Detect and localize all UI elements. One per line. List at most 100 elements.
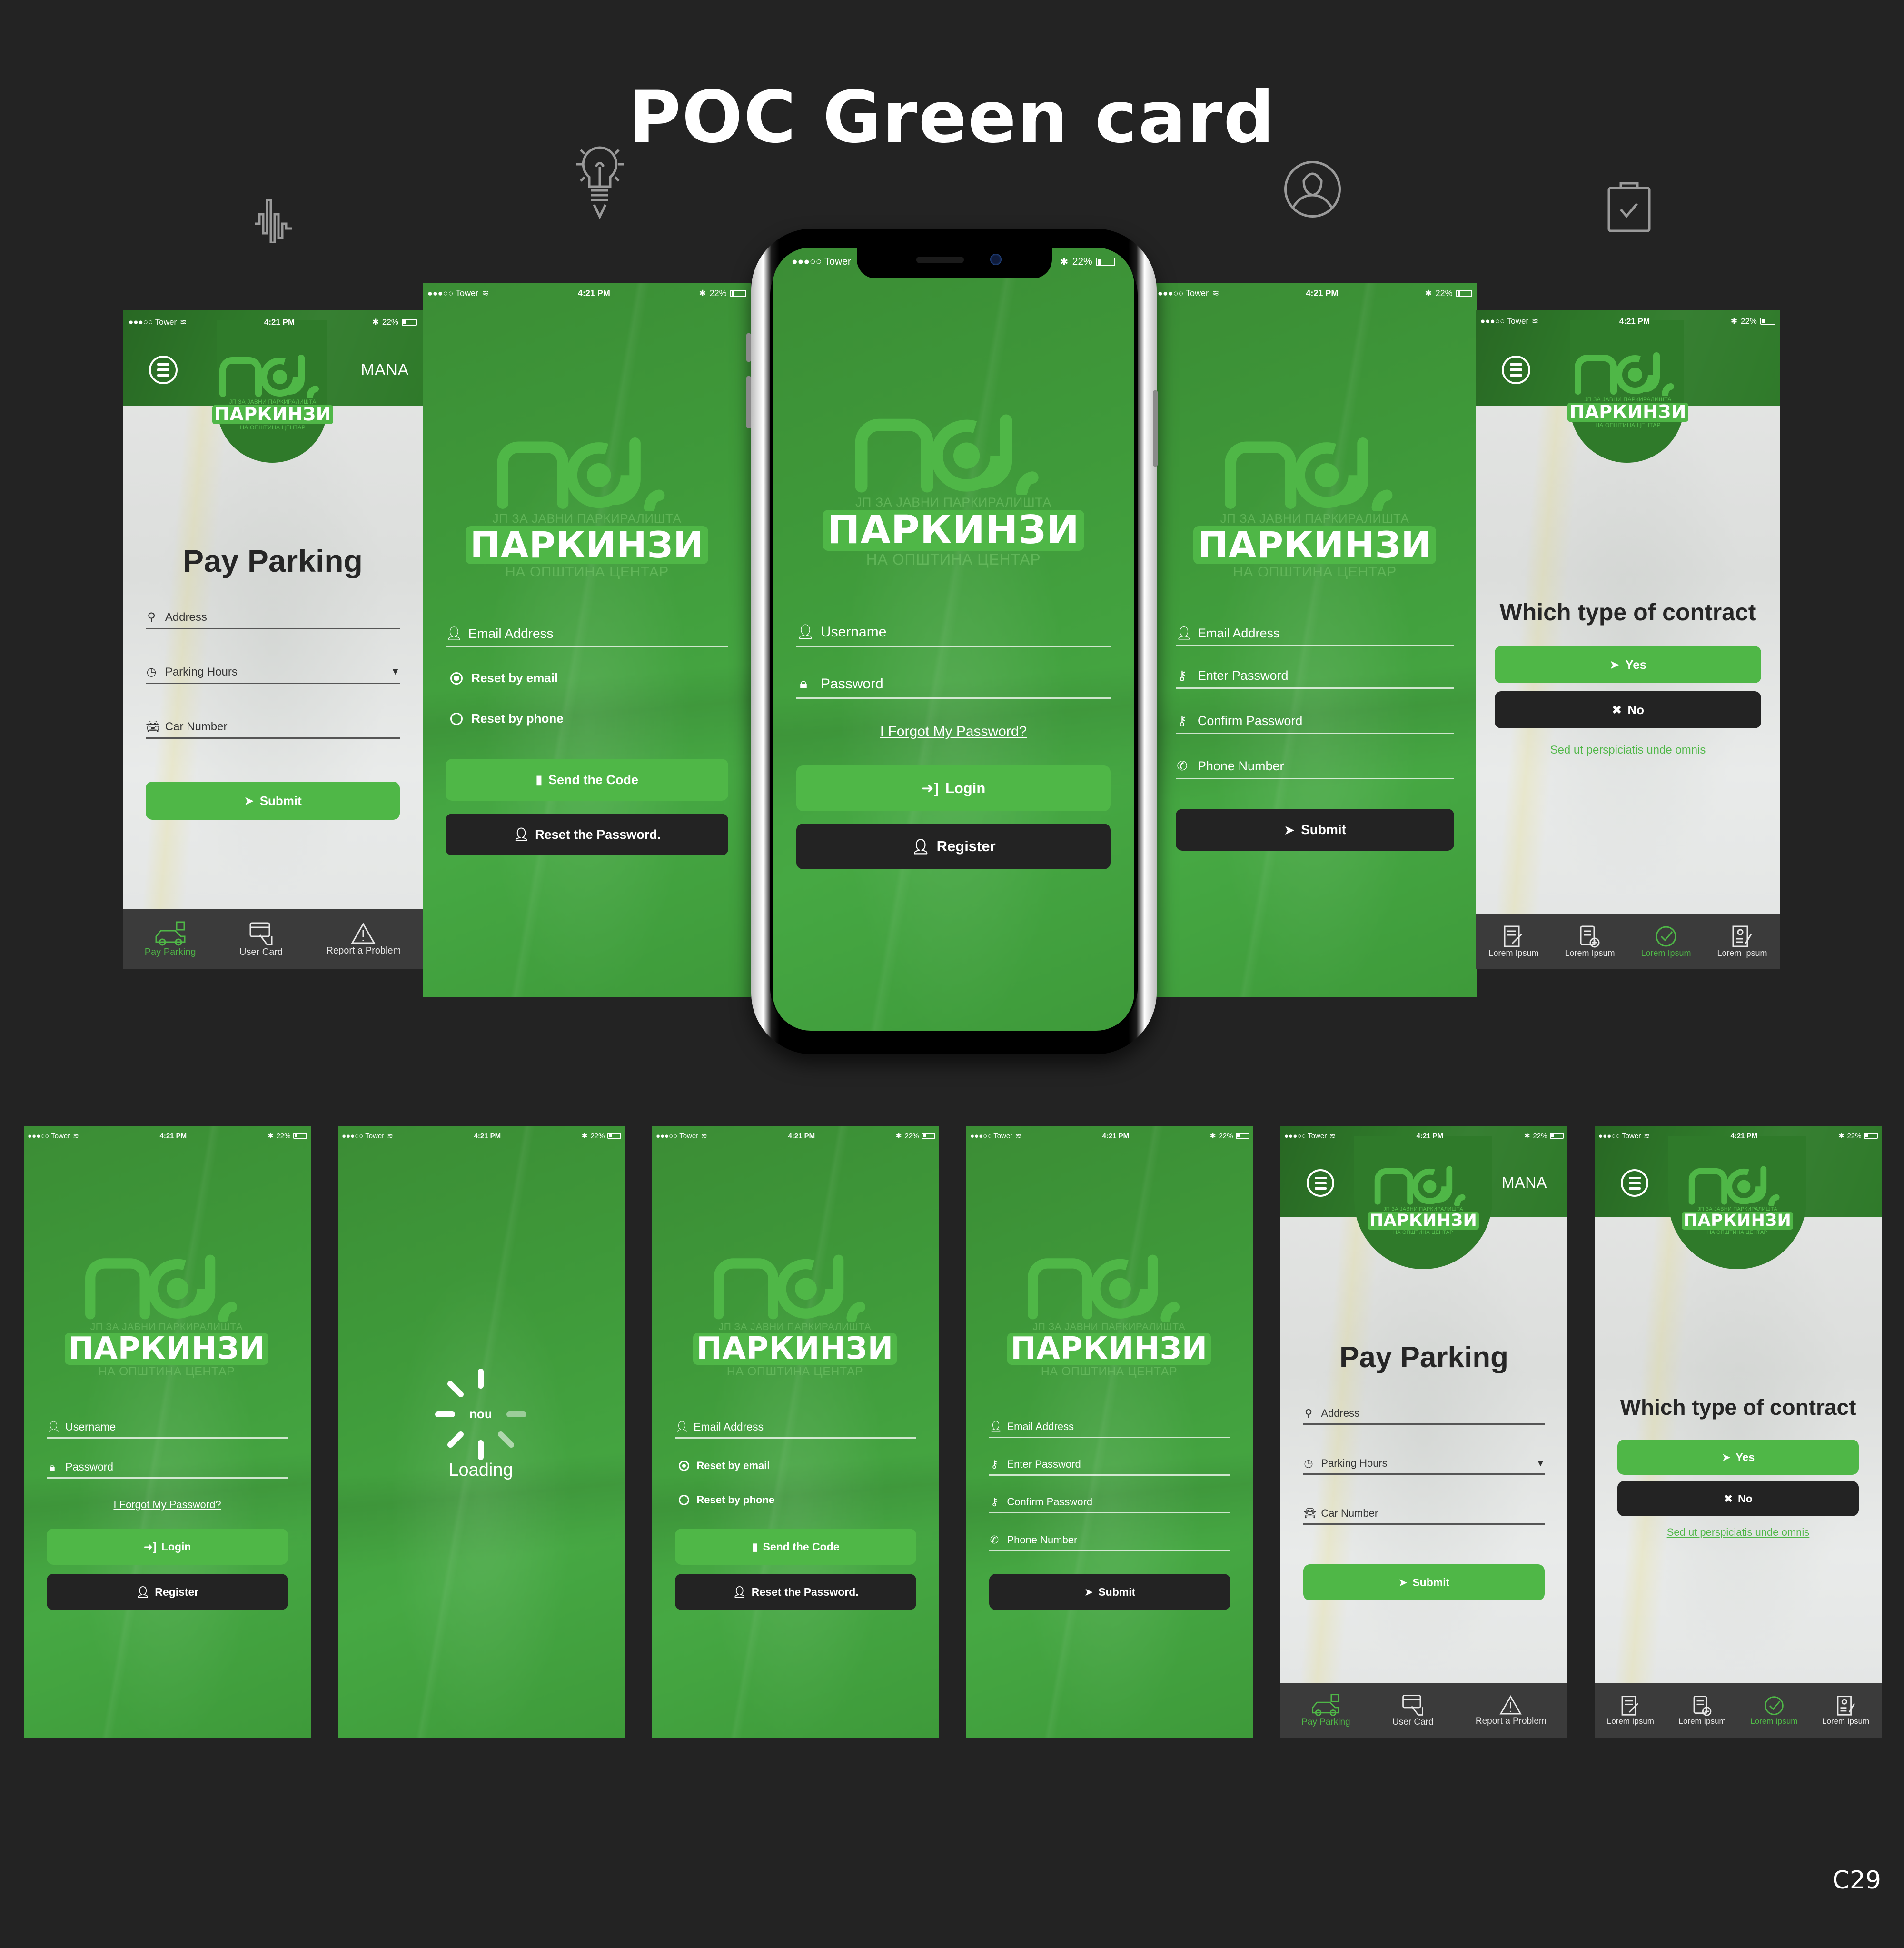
submit-button[interactable]: ➤ Submit — [1303, 1564, 1545, 1600]
no-button[interactable]: ✖ No — [1617, 1481, 1859, 1516]
info-link[interactable]: Sed ut perspiciatis unde omnis — [1476, 744, 1780, 757]
username-field[interactable]: 👤︎ Username — [796, 624, 1111, 647]
tab-report-problem[interactable]: Report a Problem — [1476, 1694, 1547, 1727]
forgot-password-link[interactable]: I Forgot My Password? — [773, 724, 1134, 740]
password-field[interactable]: 🔒︎ Password — [47, 1461, 288, 1479]
close-circle-icon: ✖ — [1611, 702, 1622, 717]
nou-logo-icon — [1225, 437, 1393, 511]
menu-button[interactable] — [1621, 1169, 1648, 1197]
user-edit-icon: 👤︎ — [136, 1585, 150, 1598]
info-link[interactable]: Sed ut perspiciatis unde omnis — [1595, 1526, 1882, 1539]
tab-item-2[interactable]: Lorem Ipsum — [1565, 924, 1615, 958]
email-field[interactable]: 👤︎ Email Address — [675, 1421, 916, 1439]
register-button[interactable]: 👤︎ Register — [796, 824, 1111, 869]
submit-button[interactable]: ➤ Submit — [1176, 809, 1454, 851]
phone-icon: ✆ — [990, 1534, 999, 1546]
submit-button[interactable]: ➤ Submit — [146, 782, 400, 820]
car-parking-icon — [1312, 1693, 1340, 1716]
tab-item-3[interactable]: Lorem Ipsum — [1641, 924, 1691, 958]
send-code-button[interactable]: ▮ Send the Code — [446, 759, 728, 801]
brand-name: ПАРКИНЗИ — [1567, 402, 1689, 422]
logo: ЈП ЗА ЈАВНИ ПАРКИРАЛИШТА ПАРКИНЗИ НА ОПШ… — [1193, 435, 1436, 580]
login-button[interactable]: ➜] Login — [796, 765, 1111, 811]
tab-item-4[interactable]: Lorem Ipsum — [1822, 1695, 1869, 1726]
tab-pay-parking[interactable]: Pay Parking — [145, 921, 196, 958]
phone-number-field[interactable]: ✆ Phone Number — [1176, 759, 1454, 780]
reset-password-button[interactable]: 👤︎ Reset the Password. — [675, 1574, 916, 1610]
menu-button[interactable] — [1307, 1169, 1334, 1197]
key-icon: ⚷ — [1177, 668, 1187, 683]
screen-contract-type: ●●●○○ Tower ≋ 4:21 PM ✱ 22% ЈП ЗА ЈАВНИ ПА… — [1476, 310, 1780, 969]
tab-pay-parking[interactable]: Pay Parking — [1301, 1693, 1350, 1728]
battery-icon — [1550, 1133, 1564, 1139]
enter-password-field[interactable]: ⚷ Enter Password — [1176, 668, 1454, 689]
reset-password-button[interactable]: 👤︎ Reset the Password. — [446, 814, 728, 855]
tab-item-4[interactable]: Lorem Ipsum — [1717, 924, 1767, 958]
yes-button[interactable]: ➤ Yes — [1495, 646, 1761, 683]
tab-item-3[interactable]: Lorem Ipsum — [1750, 1695, 1797, 1726]
enter-password-field[interactable]: ⚷ Enter Password — [989, 1458, 1230, 1476]
nou-logo-icon — [1028, 1254, 1180, 1322]
send-code-button[interactable]: ▮ Send the Code — [675, 1529, 916, 1565]
login-button[interactable]: ➜] Login — [47, 1529, 288, 1565]
forgot-password-link[interactable]: I Forgot My Password? — [24, 1499, 311, 1511]
address-field[interactable]: ⚲ Address — [146, 610, 400, 630]
email-field[interactable]: 👤︎ Email Address — [989, 1421, 1230, 1438]
tab-report-problem[interactable]: Report a Problem — [327, 922, 401, 956]
pay-parking-heading: Pay Parking — [1339, 1341, 1508, 1374]
contract-heading: Which type of contract — [1620, 1395, 1856, 1420]
screen-contract-type-small: ●●●○○ Tower ≋ 4:21 PM ✱ 22% ЈП ЗА ЈАВНИ ПА… — [1595, 1126, 1882, 1738]
car-number-field[interactable]: 🚘︎ Car Number — [1303, 1507, 1545, 1525]
check-circle-icon — [1656, 926, 1676, 947]
tab-item-1[interactable]: Lorem Ipsum — [1607, 1695, 1654, 1726]
logo: ЈП ЗА ЈАВНИ ПАРКИРАЛИШТА ПАРКИНЗИ НА ОПШ… — [212, 353, 334, 431]
logo: ЈП ЗА ЈАВНИ ПАРКИРАЛИШТА ПАРКИНЗИ НА ОПШ… — [64, 1252, 269, 1379]
sound-wave-icon — [255, 199, 292, 243]
phone-side-button — [1153, 390, 1158, 467]
pay-parking-heading: Pay Parking — [183, 543, 363, 578]
radio-reset-phone[interactable]: Reset by phone — [679, 1494, 774, 1506]
tab-user-card[interactable]: User Card — [239, 921, 283, 958]
register-button[interactable]: 👤︎ Register — [47, 1574, 288, 1610]
car-icon: 🚘︎ — [146, 720, 160, 733]
car-number-field[interactable]: 🚘︎ Car Number — [146, 720, 400, 739]
key-icon: ⚷ — [990, 1458, 999, 1470]
menu-button[interactable] — [1502, 356, 1530, 384]
username-field[interactable]: 👤︎ Username — [47, 1421, 288, 1439]
document-add-icon — [1580, 925, 1600, 948]
radio-reset-email[interactable]: Reset by email — [679, 1460, 770, 1472]
menu-button[interactable] — [149, 356, 178, 384]
email-field[interactable]: 👤︎ Email Address — [446, 626, 728, 647]
tab-user-card[interactable]: User Card — [1392, 1693, 1434, 1728]
confirm-password-field[interactable]: ⚷ Confirm Password — [989, 1496, 1230, 1513]
submit-button[interactable]: ➤ Submit — [989, 1574, 1230, 1610]
parking-hours-dropdown[interactable]: ◷ Parking Hours ▼ — [1303, 1457, 1545, 1475]
phone-number-field[interactable]: ✆ Phone Number — [989, 1534, 1230, 1551]
confirm-password-field[interactable]: ⚷ Confirm Password — [1176, 714, 1454, 735]
card-hand-icon — [249, 922, 273, 945]
page-title: POC Green card — [628, 76, 1276, 159]
phone-notch — [857, 245, 1052, 278]
brand-name: ПАРКИНЗИ — [1367, 1212, 1479, 1230]
parking-hours-dropdown[interactable]: ◷ Parking Hours ▼ — [146, 665, 400, 685]
battery-icon — [401, 318, 417, 326]
bluetooth-icon: ✱ — [1060, 256, 1069, 268]
radio-reset-email[interactable]: Reset by email — [450, 671, 558, 686]
email-field[interactable]: 👤︎ Email Address — [1176, 626, 1454, 647]
user-label: MANA — [1502, 1174, 1547, 1191]
bluetooth-icon: ✱ — [895, 1132, 902, 1140]
address-field[interactable]: ⚲ Address — [1303, 1407, 1545, 1425]
brand-name: ПАРКИНЗИ — [466, 526, 708, 564]
battery-icon — [922, 1133, 935, 1139]
paper-plane-icon: ➤ — [1721, 1451, 1731, 1463]
radio-reset-phone[interactable]: Reset by phone — [450, 711, 564, 726]
tab-item-1[interactable]: Lorem Ipsum — [1488, 924, 1539, 958]
user-icon: 👤︎ — [796, 624, 815, 640]
password-field[interactable]: 🔒︎ Password — [796, 676, 1111, 699]
battery-icon — [1096, 258, 1115, 266]
warning-icon — [1499, 1695, 1522, 1715]
tab-item-2[interactable]: Lorem Ipsum — [1679, 1695, 1726, 1726]
no-button[interactable]: ✖ No — [1495, 691, 1761, 728]
logo: ЈП ЗА ЈАВНИ ПАРКИРАЛИШТА ПАРКИНЗИ НА ОПШ… — [1367, 1164, 1479, 1235]
yes-button[interactable]: ➤ Yes — [1617, 1440, 1859, 1475]
